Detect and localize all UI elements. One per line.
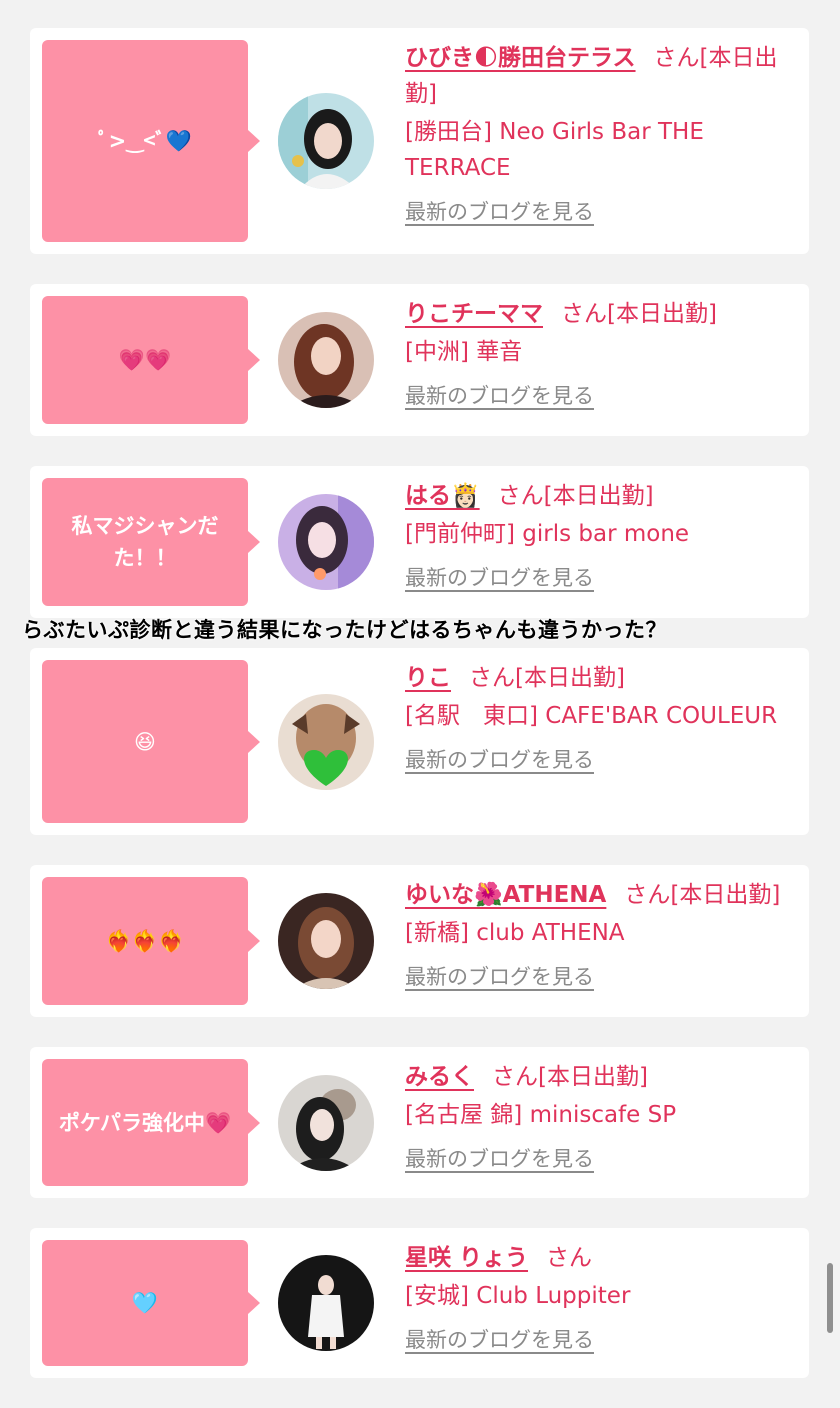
avatar[interactable] [278,1075,374,1171]
avatar[interactable] [278,312,374,408]
cast-card: ﾟ>‿<ﾞ💙 ひびき🌓勝田台テラス さん[本日出勤] [勝田台] Neo Girl… [30,28,809,254]
cast-info: ひびき🌓勝田台テラス さん[本日出勤] [勝田台] Neo Girls Bar T… [405,40,799,230]
cast-name-link[interactable]: ゆいな🌺ATHENA [405,882,606,908]
latest-blog-link[interactable]: 最新のブログを見る [405,378,594,414]
avatar[interactable] [278,494,374,590]
cast-name-link[interactable]: みるく [405,1064,474,1090]
message-bubble: 😆 [42,660,260,823]
bubble-text: 私マジシャンだた！！ [71,514,219,570]
latest-blog-link[interactable]: 最新のブログを見る [405,194,594,230]
status-label: さん[本日出勤] [492,1064,648,1090]
avatar[interactable] [278,893,374,989]
shop-label: [名駅 東口] CAFE'BAR COULEUR [405,703,778,729]
cast-card: ❤️‍🔥❤️‍🔥❤️‍🔥 ゆいな🌺ATHENA さん[本日出勤] [新橋] clu… [30,865,809,1017]
status-label: さん[本日出勤] [469,665,625,691]
bubble-text: ポケパラ強化中💗 [58,1110,232,1135]
shop-label: [門前仲町] girls bar mone [405,521,690,547]
latest-blog-link[interactable]: 最新のブログを見る [405,1322,594,1358]
message-bubble: ポケパラ強化中💗 [42,1059,260,1186]
cast-card: ポケパラ強化中💗 みるく さん[本日出勤] [名古屋 錦] miniscafe S… [30,1047,809,1198]
cast-name-link[interactable]: 星咲 りょう [405,1245,528,1271]
cast-card: 私マジシャンだた！！ はる👸🏻 さん[本日出勤] [門前仲町] girls bar… [30,466,809,618]
overlay-caption: らぶたいぷ診断と違う結果になったけどはるちゃんも違うかった？ [22,618,667,642]
status-label: さん[本日出勤] [497,483,654,509]
bubble-text: 💗💗 [118,348,172,372]
cast-name-link[interactable]: りこチーママ [405,301,543,327]
bubble-text: 🩵 [131,1291,159,1315]
cast-card: 😆 りこ さん[本日出勤] [名駅 東口] CAFE'BAR COULEUR 最新… [30,648,809,835]
latest-blog-link[interactable]: 最新のブログを見る [405,959,594,995]
shop-label: [安城] Club Luppiter [405,1283,631,1309]
message-bubble: 🩵 [42,1240,260,1366]
message-bubble: ﾟ>‿<ﾞ💙 [42,40,260,242]
status-label: さん[本日出勤] [624,882,781,908]
cast-card: 💗💗 りこチーママ さん[本日出勤] [中洲] 華音 最新のブログを見る [30,284,809,436]
shop-label: [名古屋 錦] miniscafe SP [405,1102,677,1128]
avatar[interactable] [278,694,374,790]
latest-blog-link[interactable]: 最新のブログを見る [405,560,594,596]
cast-card: 🩵 星咲 りょう さん [安城] Club Luppiter 最新のブログを見る [30,1228,809,1378]
shop-label: [勝田台] Neo Girls Bar THE TERRACE [405,119,704,181]
bubble-text: ❤️‍🔥❤️‍🔥❤️‍🔥 [105,929,185,953]
cast-info: 星咲 りょう さん [安城] Club Luppiter 最新のブログを見る [405,1240,799,1358]
scrollbar[interactable] [827,1263,833,1333]
cast-info: りこ さん[本日出勤] [名駅 東口] CAFE'BAR COULEUR 最新のブ… [405,660,799,778]
bubble-text: ﾟ>‿<ﾞ💙 [98,129,192,153]
message-bubble: 私マジシャンだた！！ [42,478,260,606]
cast-info: りこチーママ さん[本日出勤] [中洲] 華音 最新のブログを見る [405,296,799,414]
cast-name-link[interactable]: ひびき🌓勝田台テラス [405,45,636,71]
status-label: さん [546,1245,593,1271]
cast-info: はる👸🏻 さん[本日出勤] [門前仲町] girls bar mone 最新のブロ… [405,478,799,596]
avatar[interactable] [278,1255,374,1351]
shop-label: [新橋] club ATHENA [405,920,625,946]
message-bubble: 💗💗 [42,296,260,424]
bubble-text: 😆 [134,729,156,754]
message-bubble: ❤️‍🔥❤️‍🔥❤️‍🔥 [42,877,260,1005]
shop-label: [中洲] 華音 [405,339,523,365]
cast-info: ゆいな🌺ATHENA さん[本日出勤] [新橋] club ATHENA 最新のブ… [405,877,799,995]
status-label: さん[本日出勤] [561,301,717,327]
latest-blog-link[interactable]: 最新のブログを見る [405,742,594,778]
cast-info: みるく さん[本日出勤] [名古屋 錦] miniscafe SP 最新のブログを… [405,1059,799,1177]
latest-blog-link[interactable]: 最新のブログを見る [405,1141,594,1177]
cast-name-link[interactable]: りこ [405,665,451,691]
cast-name-link[interactable]: はる👸🏻 [405,483,480,509]
avatar[interactable] [278,93,374,189]
